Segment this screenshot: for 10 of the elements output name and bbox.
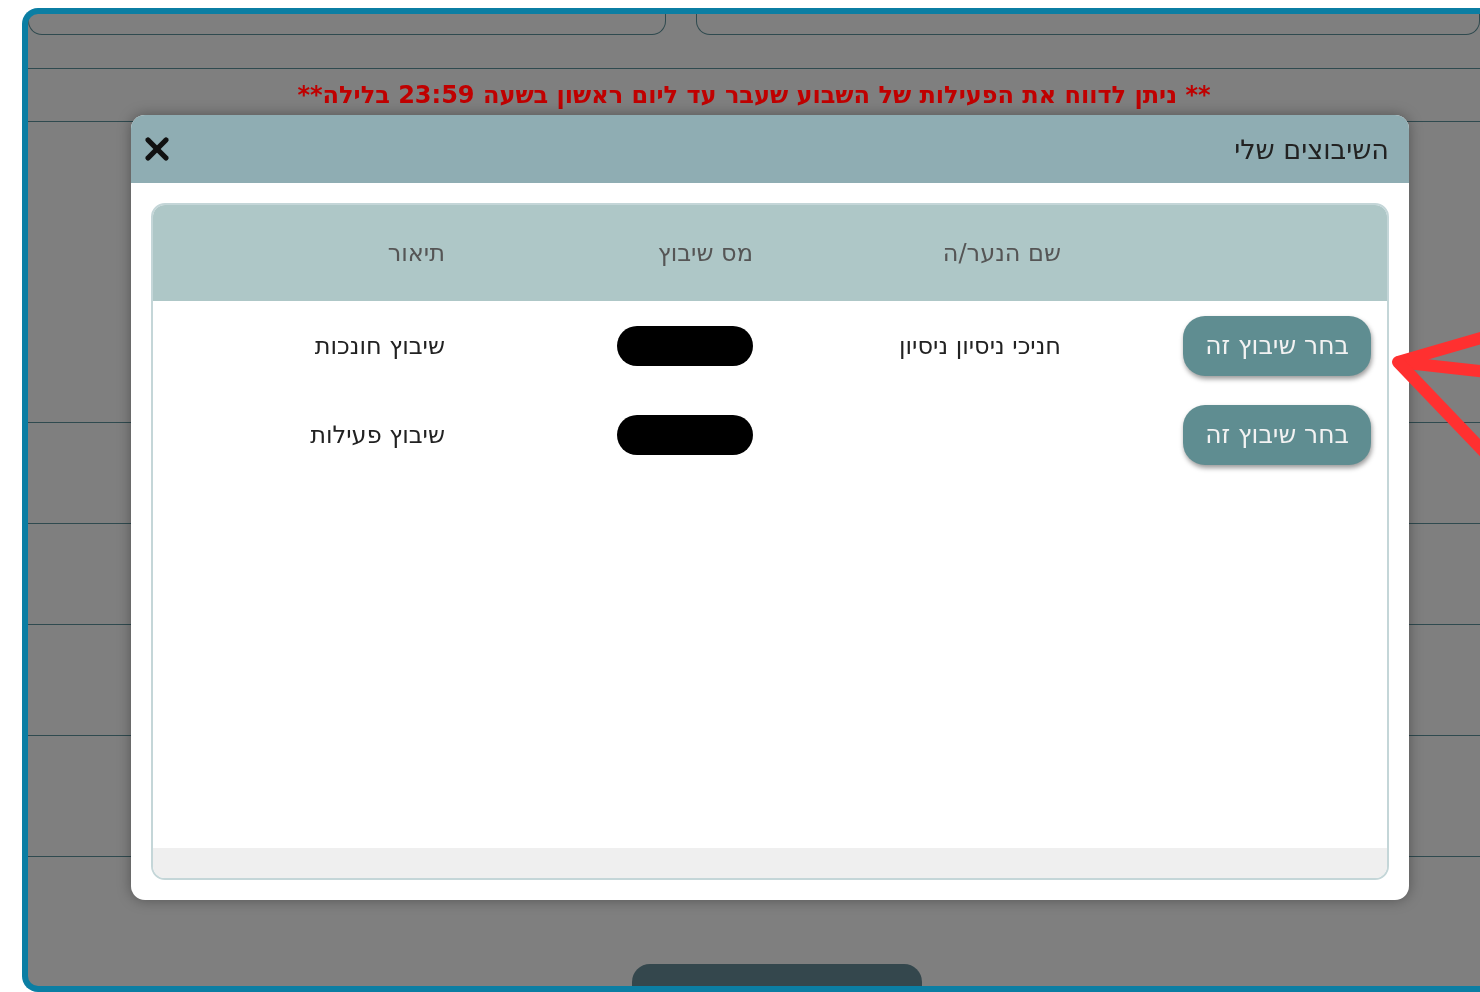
- column-header: מס שיבוץ: [656, 239, 754, 267]
- table-cell-text: חניכי ניסיון ניסיון: [898, 331, 1062, 360]
- dialog-title: השיבוצים שלי: [1234, 133, 1389, 165]
- table-cell-text: שיבוץ פעילות: [309, 420, 446, 449]
- table-cell-text: שיבוץ חונכות: [313, 331, 446, 360]
- select-button[interactable]: בחר שיבוץ זה: [1183, 315, 1371, 376]
- column-header: שם הנער/ה: [941, 239, 1062, 267]
- notice-text: ** ניתן לדווח את הפעילות של השבוע שעבר עד ליום ראשון בשעה 23:59 בלילה**: [296, 80, 1212, 111]
- select-button[interactable]: בחר שיבוץ זה: [1183, 404, 1371, 465]
- column-header: תיאור: [386, 239, 446, 267]
